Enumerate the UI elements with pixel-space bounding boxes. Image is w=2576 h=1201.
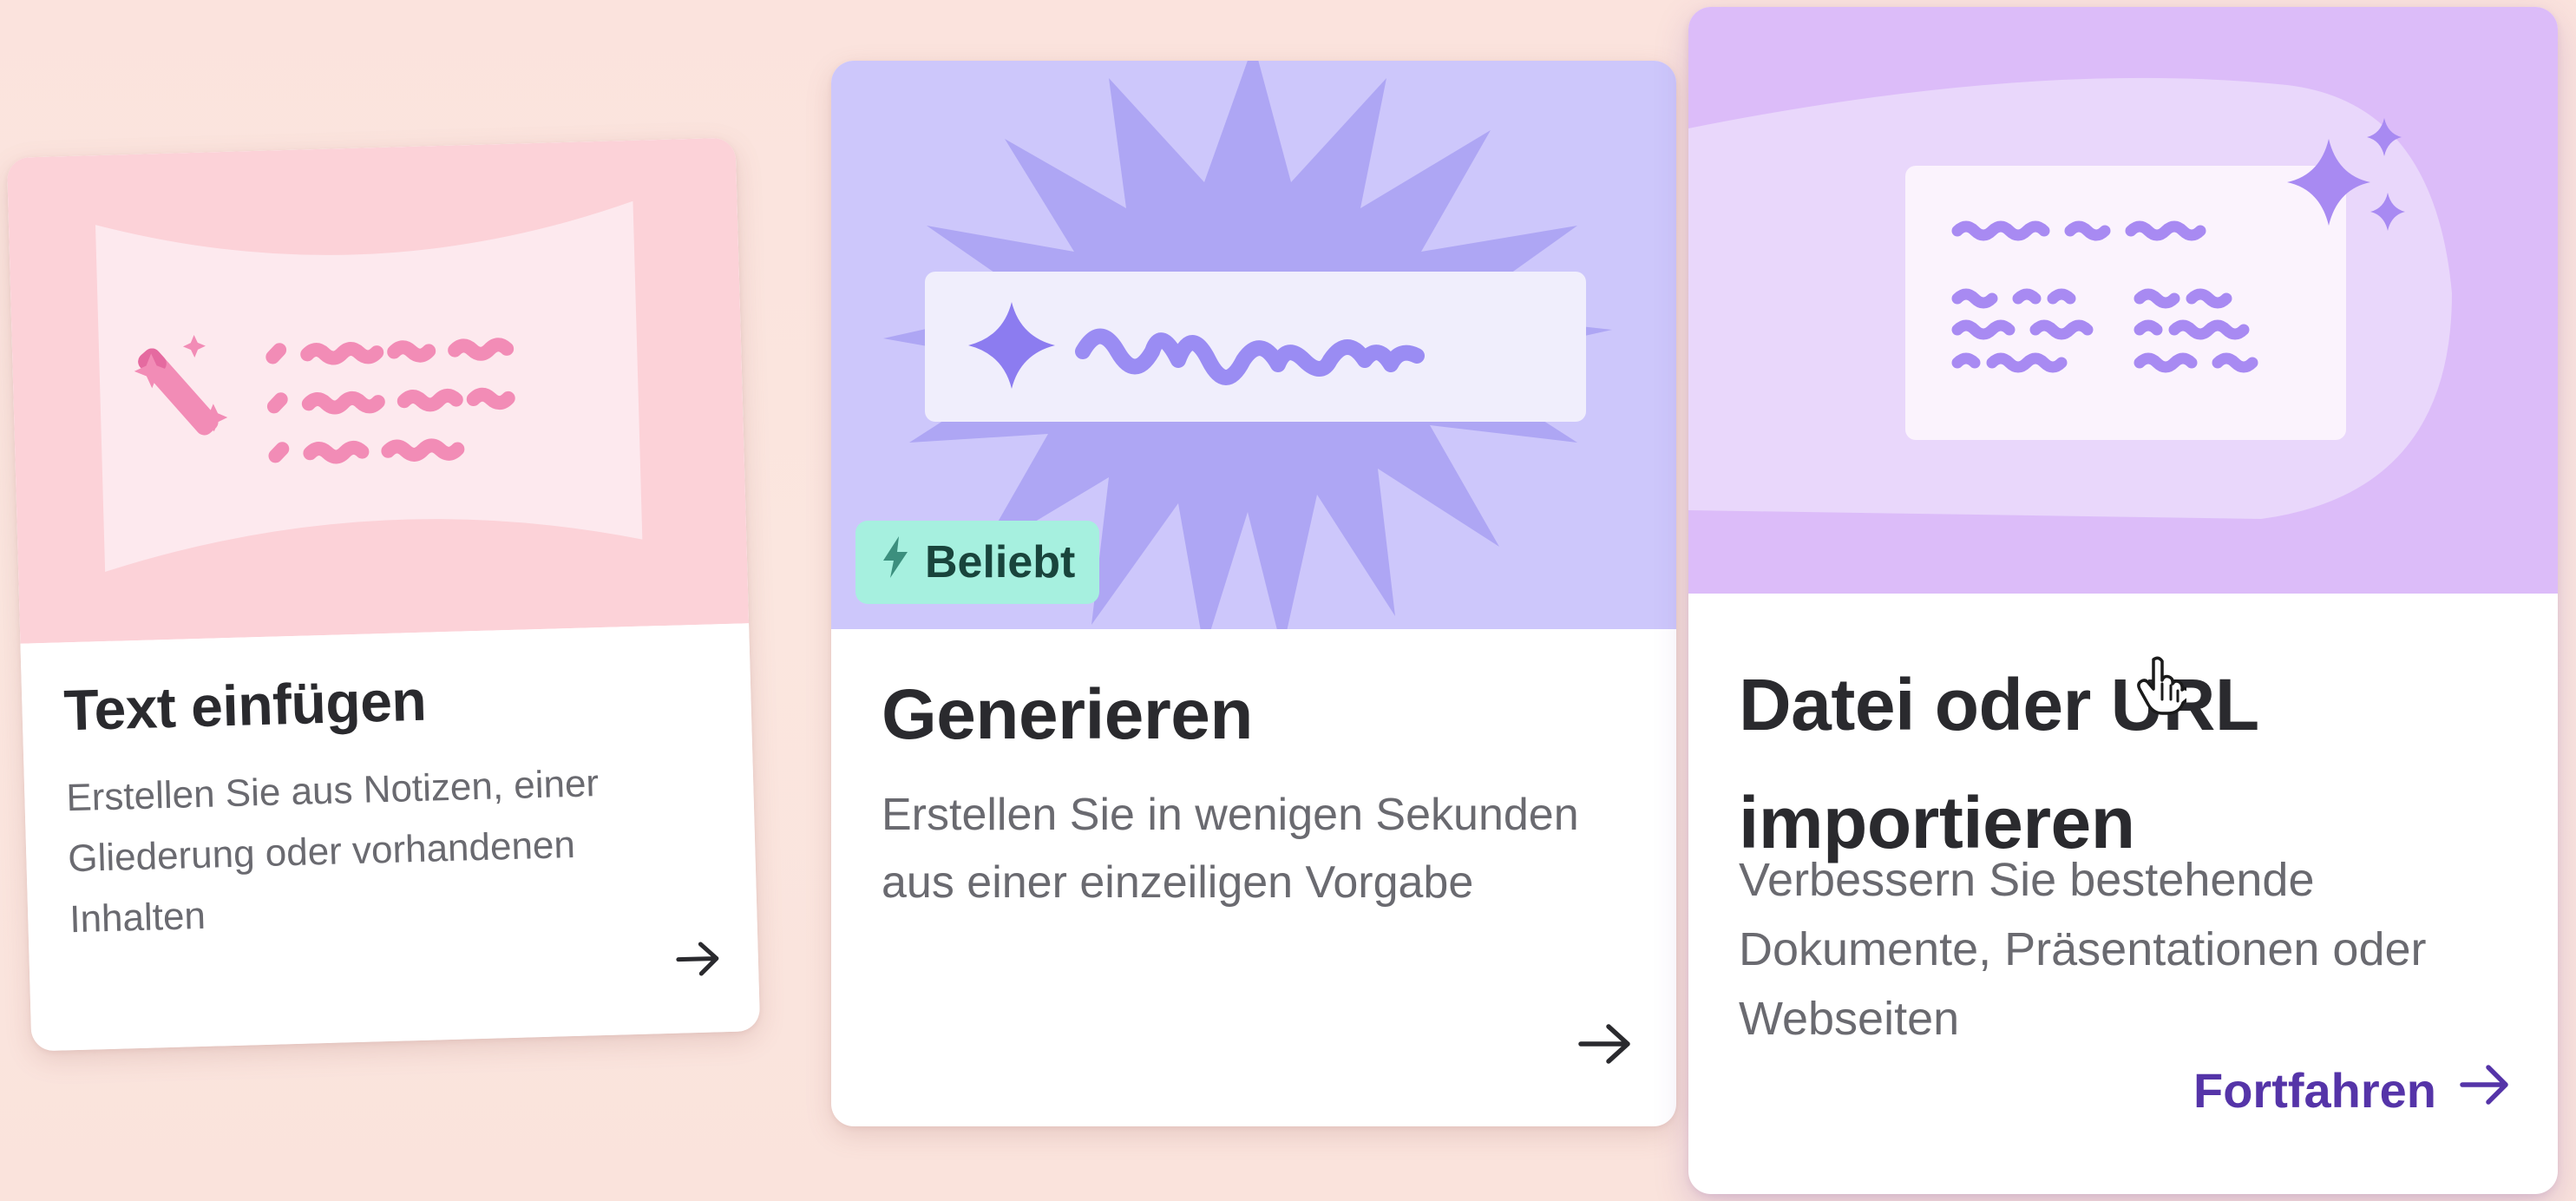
magic-wand-text-illustration (95, 200, 643, 572)
card-title: Text einfügen (62, 667, 428, 743)
generate-card-body: Generieren Erstellen Sie in wenigen Seku… (831, 629, 1676, 1126)
generate-illustration: Beliebt (831, 61, 1676, 629)
lightning-icon (878, 535, 913, 591)
paste-text-card[interactable]: Text einfügen Erstellen Sie aus Notizen,… (6, 137, 761, 1052)
card-description: Erstellen Sie in wenigen Sekunden aus ei… (882, 790, 1579, 908)
import-illustration (1688, 7, 2558, 594)
popular-badge: Beliebt (855, 521, 1100, 604)
generate-card[interactable]: Beliebt Generieren Erstellen Sie in weni… (831, 61, 1676, 1126)
card-title: Generieren (882, 675, 1253, 754)
arrow-right-icon[interactable] (1576, 1020, 1636, 1073)
import-card-body: Datei oder URL importieren Verbessern Si… (1688, 594, 2558, 1194)
card-description: Verbessern Sie bestehende Dokumente, Prä… (1739, 854, 2427, 1045)
import-file-url-card[interactable]: Datei oder URL importieren Verbessern Si… (1688, 7, 2558, 1194)
paste-text-illustration (6, 137, 750, 644)
card-description: Erstellen Sie aus Notizen, einer Glieder… (65, 762, 600, 942)
pointer-cursor-icon (2136, 654, 2191, 715)
badge-label: Beliebt (925, 537, 1076, 587)
arrow-right-icon[interactable] (672, 936, 726, 986)
paste-text-card-body: Text einfügen Erstellen Sie aus Notizen,… (20, 623, 761, 1052)
continue-label: Fortfahren (2193, 1063, 2436, 1118)
arrow-right-icon (2459, 1062, 2513, 1119)
continue-button[interactable]: Fortfahren (2193, 1062, 2513, 1119)
document-import-illustration (1688, 77, 2452, 519)
